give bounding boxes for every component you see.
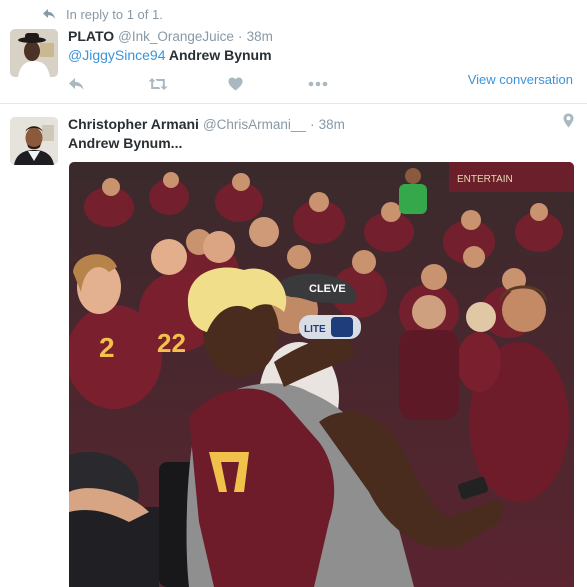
- more-button[interactable]: [308, 76, 388, 92]
- tweet-photo[interactable]: ENTERTAIN 2 22 CLEVE LITE: [69, 162, 574, 587]
- tweet-header: Christopher Armani @ChrisArmani__ · 38m: [68, 116, 345, 132]
- tweet-body: Andrew Bynum: [168, 47, 272, 63]
- tweet-text: @JiggySince94 Andrew Bynum: [68, 47, 272, 63]
- tweet-text: Andrew Bynum...: [68, 135, 183, 151]
- retweet-button[interactable]: [148, 76, 228, 92]
- hat-label: CLEVE: [309, 283, 346, 295]
- jersey-number: 22: [157, 328, 186, 358]
- more-icon: [308, 81, 328, 87]
- tweet-plato[interactable]: PLATO @Ink_OrangeJuice · 38m @JiggySince…: [0, 24, 587, 104]
- display-name[interactable]: PLATO: [68, 28, 114, 44]
- reply-arrow-icon: [43, 9, 55, 19]
- reply-context-text: In reply to 1 of 1.: [66, 6, 163, 22]
- like-button[interactable]: [228, 76, 308, 92]
- user-handle[interactable]: @ChrisArmani__: [203, 117, 306, 132]
- crowd-photo: ENTERTAIN 2 22 CLEVE LITE: [69, 162, 574, 587]
- avatar[interactable]: [10, 117, 58, 165]
- view-conversation-link[interactable]: View conversation: [468, 72, 573, 87]
- like-icon: [228, 77, 243, 91]
- separator: ·: [309, 116, 315, 132]
- can-label: LITE: [304, 324, 326, 335]
- tweet-header: PLATO @Ink_OrangeJuice · 38m: [68, 28, 273, 44]
- display-name[interactable]: Christopher Armani: [68, 116, 199, 132]
- arena-banner-text: ENTERTAIN: [457, 174, 513, 185]
- timestamp[interactable]: 38m: [247, 29, 273, 44]
- retweet-icon: [148, 78, 168, 90]
- mention-link[interactable]: @JiggySince94: [68, 47, 166, 63]
- location-pin-icon[interactable]: [563, 113, 574, 128]
- reply-button[interactable]: [68, 76, 148, 92]
- timestamp[interactable]: 38m: [319, 117, 345, 132]
- avatar[interactable]: [10, 29, 58, 77]
- reply-context: In reply to 1 of 1.: [42, 5, 163, 23]
- reply-icon: [69, 78, 84, 90]
- user-handle[interactable]: @Ink_OrangeJuice: [118, 29, 234, 44]
- separator: ·: [237, 28, 243, 44]
- svg-text:2: 2: [99, 332, 115, 363]
- tweet-actions: [68, 76, 388, 92]
